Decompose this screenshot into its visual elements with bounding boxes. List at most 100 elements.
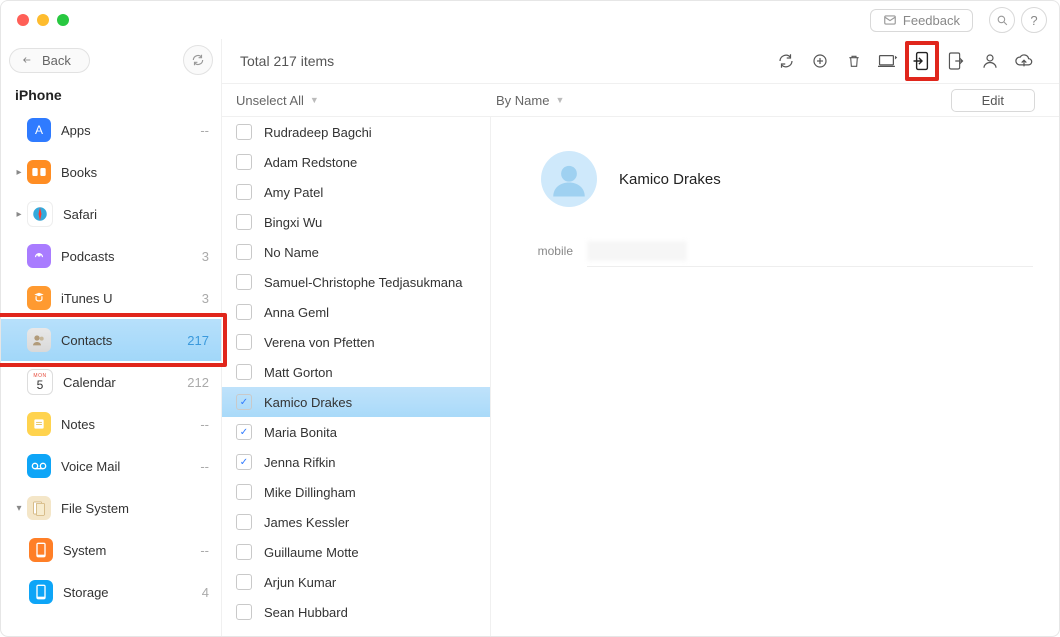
checkbox[interactable] <box>236 364 252 380</box>
sidebar-item-label: Voice Mail <box>61 459 200 474</box>
checkbox[interactable] <box>236 334 252 350</box>
storage-icon <box>29 580 53 604</box>
list-item[interactable]: Sean Hubbard <box>222 597 490 627</box>
list-item[interactable]: Mike Dillingham <box>222 477 490 507</box>
list-item[interactable]: No Name <box>222 237 490 267</box>
checkbox[interactable] <box>236 214 252 230</box>
list-item[interactable]: Jenna Rifkin <box>222 447 490 477</box>
contact-name-label: James Kessler <box>264 515 349 530</box>
sidebar-item-itunesu[interactable]: iTunes U 3 <box>1 277 221 319</box>
question-icon: ? <box>1030 13 1037 28</box>
avatar <box>541 151 597 207</box>
sidebar-item-safari[interactable]: ▸ Safari <box>1 193 221 235</box>
refresh-button[interactable] <box>769 44 803 78</box>
sidebar-item-voicemail[interactable]: Voice Mail -- <box>1 445 221 487</box>
contact-name-label: Mike Dillingham <box>264 485 356 500</box>
zoom-icon[interactable] <box>57 14 69 26</box>
checkbox[interactable] <box>236 274 252 290</box>
list-item[interactable]: Verena von Pfetten <box>222 327 490 357</box>
checkbox[interactable] <box>236 544 252 560</box>
sidebar-item-label: File System <box>61 501 209 516</box>
import-device-icon <box>913 51 931 71</box>
contact-name-label: Bingxi Wu <box>264 215 322 230</box>
edit-button[interactable]: Edit <box>951 89 1035 112</box>
sidebar-item-filesystem[interactable]: ▾ File System <box>1 487 221 529</box>
sidebar-item-label: System <box>63 543 200 558</box>
sidebar-item-label: iTunes U <box>61 291 202 306</box>
checkbox[interactable] <box>236 394 252 410</box>
sidebar-item-calendar[interactable]: MON 5 Calendar 212 <box>1 361 221 403</box>
checkbox[interactable] <box>236 184 252 200</box>
list-item[interactable]: Maria Bonita <box>222 417 490 447</box>
arrow-left-icon <box>20 55 34 65</box>
contact-name-label: Arjun Kumar <box>264 575 336 590</box>
checkbox[interactable] <box>236 154 252 170</box>
back-button[interactable]: Back <box>9 48 90 73</box>
contact-name-label: Verena von Pfetten <box>264 335 375 350</box>
close-icon[interactable] <box>17 14 29 26</box>
checkbox[interactable] <box>236 454 252 470</box>
sidebar-item-notes[interactable]: Notes -- <box>1 403 221 445</box>
minimize-icon[interactable] <box>37 14 49 26</box>
list-item[interactable]: Matt Gorton <box>222 357 490 387</box>
list-item[interactable]: James Kessler <box>222 507 490 537</box>
import-to-device-button[interactable] <box>905 41 939 81</box>
list-item[interactable]: Rudradeep Bagchi <box>222 117 490 147</box>
checkbox[interactable] <box>236 424 252 440</box>
merge-button[interactable] <box>973 44 1007 78</box>
list-item[interactable]: Guillaume Motte <box>222 537 490 567</box>
to-mac-icon <box>878 53 898 69</box>
feedback-button[interactable]: Feedback <box>870 9 973 32</box>
sidebar-item-label: Contacts <box>61 333 187 348</box>
cloud-upload-icon <box>1014 53 1034 69</box>
edit-label: Edit <box>982 93 1004 108</box>
delete-button[interactable] <box>837 44 871 78</box>
chevron-right-icon: ▸ <box>13 209 25 220</box>
sidebar-item-count: 217 <box>187 333 209 348</box>
sidebar-item-system[interactable]: System -- <box>1 529 221 571</box>
field-value-redacted <box>587 241 687 261</box>
export-from-device-button[interactable] <box>939 44 973 78</box>
search-button[interactable] <box>989 7 1015 33</box>
checkbox[interactable] <box>236 484 252 500</box>
chevron-down-icon: ▾ <box>13 503 25 514</box>
list-item[interactable]: Arjun Kumar <box>222 567 490 597</box>
to-cloud-button[interactable] <box>1007 44 1041 78</box>
refresh-button[interactable] <box>183 45 213 75</box>
back-label: Back <box>42 53 71 68</box>
list-item[interactable]: Bingxi Wu <box>222 207 490 237</box>
add-button[interactable] <box>803 44 837 78</box>
unselect-all-button[interactable]: Unselect All ▼ <box>222 93 486 108</box>
checkbox[interactable] <box>236 304 252 320</box>
to-mac-button[interactable] <box>871 44 905 78</box>
checkbox[interactable] <box>236 514 252 530</box>
list-item[interactable]: Adam Redstone <box>222 147 490 177</box>
contacts-icon <box>27 328 51 352</box>
checkbox[interactable] <box>236 124 252 140</box>
chevron-down-icon: ▼ <box>310 95 319 105</box>
sidebar-item-label: Notes <box>61 417 200 432</box>
sidebar-item-podcasts[interactable]: Podcasts 3 <box>1 235 221 277</box>
safari-icon <box>27 201 53 227</box>
help-button[interactable]: ? <box>1021 7 1047 33</box>
contact-name-label: No Name <box>264 245 319 260</box>
sidebar-item-storage[interactable]: Storage 4 <box>1 571 221 613</box>
list-item[interactable]: Anna Geml <box>222 297 490 327</box>
list-item[interactable]: Kamico Drakes <box>222 387 490 417</box>
detail-header: Kamico Drakes <box>541 151 1033 207</box>
contacts-list[interactable]: Rudradeep BagchiAdam RedstoneAmy Patel Bi… <box>222 117 491 636</box>
contact-name-label: Kamico Drakes <box>264 395 352 410</box>
checkbox[interactable] <box>236 244 252 260</box>
sort-button[interactable]: By Name ▼ <box>486 93 574 108</box>
sidebar-item-count: -- <box>200 543 209 558</box>
sidebar-item-label: Apps <box>61 123 200 138</box>
sidebar-item-count: -- <box>200 123 209 138</box>
list-item[interactable]: Amy Patel <box>222 177 490 207</box>
list-item[interactable]: Samuel-Christophe Tedjasukmana <box>222 267 490 297</box>
checkbox[interactable] <box>236 604 252 620</box>
calendar-icon: MON 5 <box>27 369 53 395</box>
checkbox[interactable] <box>236 574 252 590</box>
sidebar-item-apps[interactable]: A Apps -- <box>1 109 221 151</box>
sidebar-item-books[interactable]: ▸ Books <box>1 151 221 193</box>
sidebar-item-contacts[interactable]: Contacts 217 <box>1 319 221 361</box>
